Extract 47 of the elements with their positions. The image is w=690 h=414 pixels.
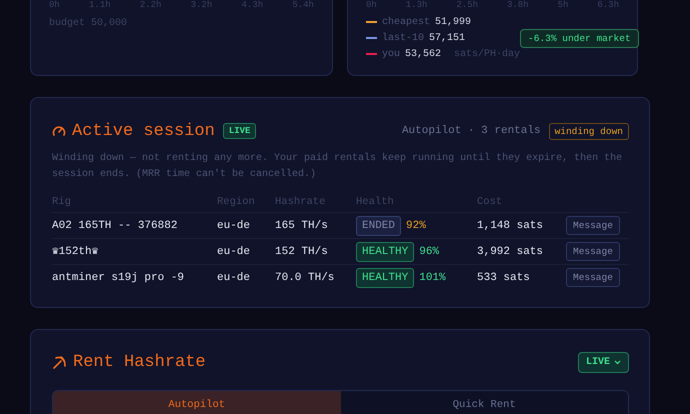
- health-badge: HEALTHY: [356, 242, 414, 262]
- table-cell-text: A02 165TH -- 376882: [52, 218, 178, 234]
- health-badge: HEALTHY: [356, 268, 414, 288]
- market-badge: -6.3% under market: [520, 28, 639, 48]
- chevron-down-icon: [614, 360, 621, 364]
- table-cell-text: 533 sats: [477, 270, 530, 286]
- table-cell-text: ♛152th♛: [52, 244, 98, 260]
- live-dropdown[interactable]: LIVE: [578, 352, 629, 372]
- column-header: Rig: [52, 196, 71, 208]
- legend-label: last-10: [382, 32, 424, 44]
- unit-label: sats/PH·day: [454, 48, 520, 60]
- message-button[interactable]: Message: [566, 268, 620, 287]
- table-cell-text: 1,148 sats: [477, 218, 544, 234]
- table-cell-text: antminer s19j pro -9: [52, 270, 184, 286]
- table-cell-text: 165 TH/s: [275, 218, 328, 234]
- live-badge: LIVE: [222, 123, 256, 139]
- table-cell-text: eu-de: [217, 218, 250, 234]
- legend-value: 51,999: [435, 16, 472, 28]
- table-cell-text: eu-de: [217, 244, 250, 260]
- table-cell-text: 152 TH/s: [275, 244, 328, 260]
- gauge-icon: [52, 125, 66, 137]
- section-title: Rent Hashrate: [73, 352, 206, 372]
- legend-value: 53,562: [405, 48, 442, 60]
- legend-label: you: [382, 48, 400, 60]
- column-header: Health: [356, 196, 394, 208]
- legend-label: cheapest: [382, 16, 430, 28]
- session-summary: Autopilot · 3 rentals: [402, 125, 541, 137]
- table-cell-text: eu-de: [217, 270, 250, 286]
- health-percent: 96%: [419, 244, 440, 260]
- message-button[interactable]: Message: [566, 242, 620, 261]
- column-header: Hashrate: [275, 196, 326, 208]
- table-cell-text: 70.0 TH/s: [275, 270, 334, 286]
- pickaxe-icon: [52, 354, 67, 370]
- table-cell-text: 3,992 sats: [477, 244, 544, 260]
- health-percent: 92%: [406, 218, 426, 234]
- column-header: Region: [217, 196, 255, 208]
- budget-label: budget 50,000: [49, 18, 128, 29]
- health-badge: ENDED: [356, 216, 402, 236]
- status-badge: winding down: [548, 122, 629, 140]
- mode-tab[interactable]: Autopilot: [53, 391, 340, 414]
- health-percent: 101%: [419, 270, 446, 286]
- section-title: Active session: [72, 122, 215, 140]
- message-button[interactable]: Message: [566, 216, 620, 235]
- session-note: Winding down — not renting any more. Your paid rentals keep running until they expire, then the session ends. (MRR time can't be cancelled.): [52, 152, 624, 182]
- mode-tab[interactable]: Quick Rent: [340, 391, 628, 414]
- column-header: Cost: [477, 196, 502, 208]
- legend-value: 57,151: [429, 32, 466, 44]
